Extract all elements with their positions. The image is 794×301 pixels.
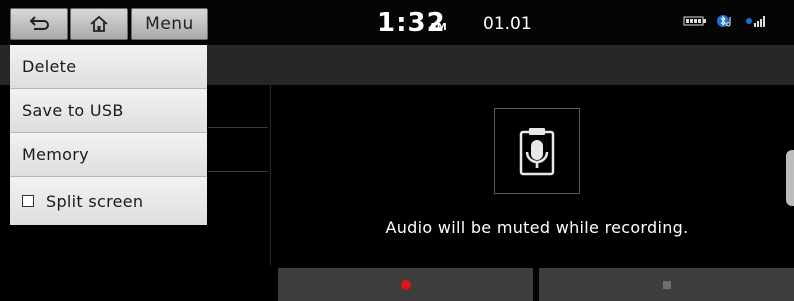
panel-divider (270, 85, 271, 265)
split-screen-checkbox[interactable] (22, 195, 34, 207)
battery-icon (683, 16, 706, 26)
home-button[interactable] (70, 8, 128, 40)
record-button[interactable] (278, 268, 533, 301)
menu-button[interactable]: Menu (131, 8, 208, 40)
date-display: 01.01 (483, 14, 532, 34)
menu-item-label: Save to USB (22, 101, 124, 120)
side-handle[interactable] (786, 150, 794, 206)
voice-memo-icon (519, 128, 555, 176)
list-divider (208, 127, 268, 128)
menu-item-memory[interactable]: Memory (10, 133, 207, 177)
clock-ampm: AM (429, 22, 447, 33)
record-dot-icon (400, 279, 411, 290)
menu-item-label: Delete (22, 57, 77, 76)
home-icon (90, 15, 108, 32)
bluetooth-icon (717, 15, 731, 27)
status-icons (683, 14, 767, 28)
status-bar: Menu 1:32 AM 01.01 (0, 0, 794, 45)
list-divider (208, 171, 268, 172)
menu-item-delete[interactable]: Delete (10, 45, 207, 89)
menu-item-label: Memory (22, 145, 89, 164)
voice-memo-icon-box (494, 108, 580, 194)
back-arrow-icon (29, 16, 49, 30)
back-button[interactable] (10, 8, 68, 40)
menu-item-label: Split screen (46, 191, 144, 211)
stop-button[interactable] (539, 268, 794, 301)
options-menu: Delete Save to USB Memory Split screen (10, 45, 207, 225)
stop-square-icon (662, 280, 671, 289)
menu-item-split-screen[interactable]: Split screen (10, 177, 207, 225)
recording-notice: Audio will be muted while recording. (385, 218, 689, 237)
signal-icon (746, 16, 765, 27)
menu-item-save-to-usb[interactable]: Save to USB (10, 89, 207, 133)
screen: Menu 1:32 AM 01.01 Audio will be muted w… (0, 0, 794, 301)
